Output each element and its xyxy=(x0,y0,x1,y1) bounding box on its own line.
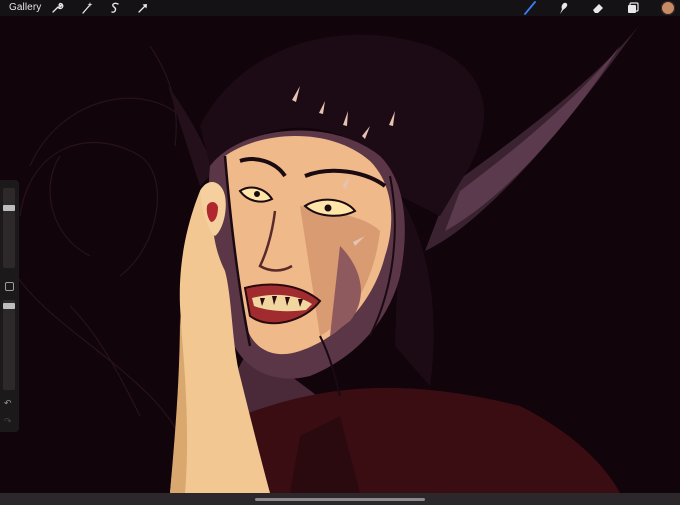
undo-arrow-icon[interactable]: ↶ xyxy=(4,399,12,408)
opacity-slider[interactable] xyxy=(3,300,15,390)
brush-sidebar: ↶ ↷ xyxy=(0,180,19,432)
wrench-icon[interactable] xyxy=(50,1,64,15)
opacity-thumb[interactable] xyxy=(3,303,15,309)
gallery-button[interactable]: Gallery xyxy=(9,1,41,14)
modify-button[interactable] xyxy=(5,282,14,291)
smudge-icon[interactable] xyxy=(556,1,570,15)
drawing-canvas[interactable]: ARKESA xyxy=(0,16,680,493)
brush-icon[interactable] xyxy=(523,1,537,15)
brush-size-slider[interactable] xyxy=(3,188,15,268)
color-picker-swatch[interactable] xyxy=(661,1,675,15)
bottom-bar xyxy=(0,493,680,505)
artwork-illustration xyxy=(9,24,640,493)
artist-signature: ARKESA xyxy=(423,476,484,491)
layers-icon[interactable] xyxy=(626,1,640,15)
magic-wand-icon[interactable] xyxy=(80,1,94,15)
top-toolbar: Gallery xyxy=(0,0,680,16)
selection-icon[interactable] xyxy=(108,1,122,15)
home-indicator[interactable] xyxy=(255,498,425,501)
redo-arrow-icon[interactable]: ↷ xyxy=(4,417,12,426)
eraser-icon[interactable] xyxy=(591,1,605,15)
transform-arrow-icon[interactable] xyxy=(136,1,150,15)
brush-size-thumb[interactable] xyxy=(3,205,15,211)
